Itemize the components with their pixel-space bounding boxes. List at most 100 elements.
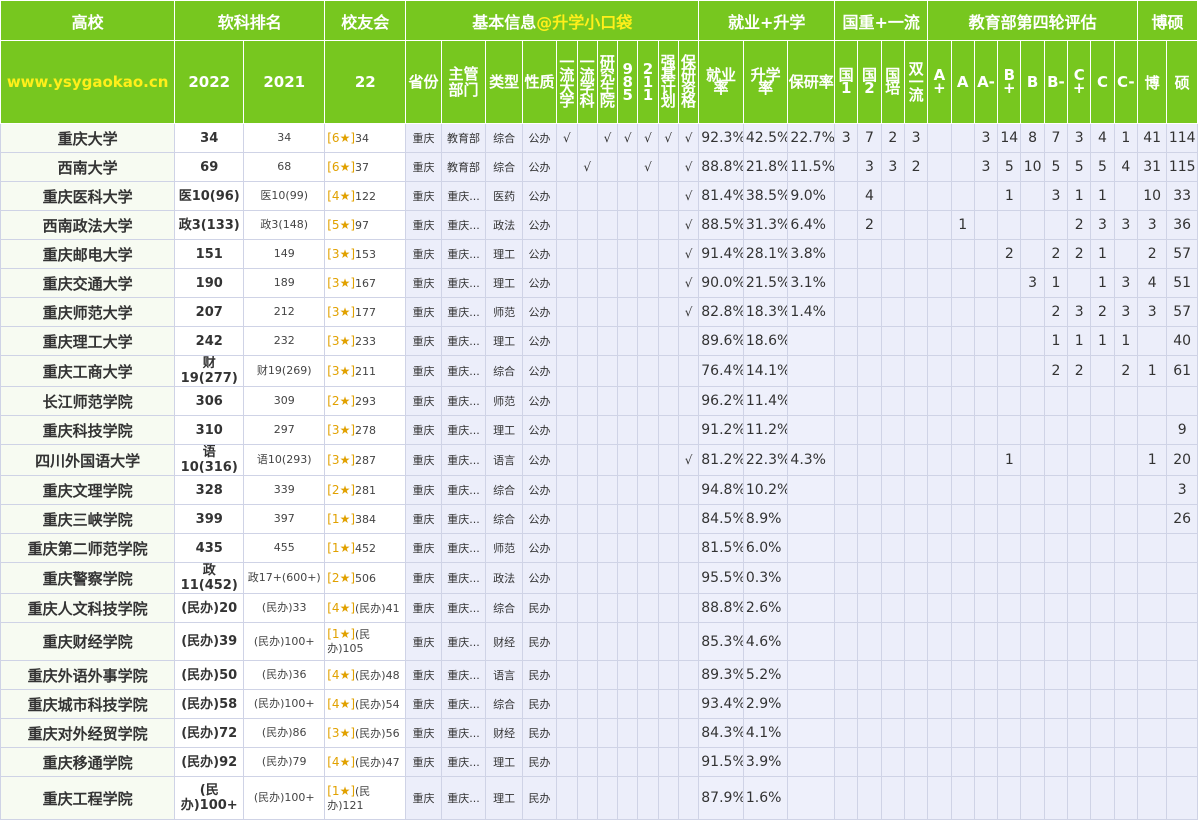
cell-ev-3 xyxy=(973,660,999,690)
cell-province: 重庆 xyxy=(405,444,442,476)
cell-nat-3: 2 xyxy=(880,123,905,153)
cell-flag-3 xyxy=(596,475,619,505)
cell-rank-2022: (民办)100+ xyxy=(174,776,245,820)
cell-school-name[interactable]: 四川外国语大学 xyxy=(0,444,176,476)
cell-flag-5 xyxy=(637,181,659,211)
cell-nat-2 xyxy=(857,415,882,445)
alumni-stars: [4★] xyxy=(327,754,356,769)
cell-ev-7: 3 xyxy=(1067,123,1092,153)
cell-ev-4 xyxy=(997,297,1022,327)
cell-ev-8 xyxy=(1090,593,1115,623)
cell-flag-6 xyxy=(657,181,679,211)
cell-doc-count: 41 xyxy=(1136,123,1168,153)
cell-emp-rate: 95.5% xyxy=(698,562,744,594)
cell-school-name[interactable]: 重庆第二师范学院 xyxy=(0,533,176,563)
cell-nat-2 xyxy=(857,326,882,356)
cell-nat-4 xyxy=(903,326,929,356)
cell-emp-rate: 84.5% xyxy=(698,504,744,534)
cell-school-name[interactable]: 重庆理工大学 xyxy=(0,326,176,356)
cell-flag-1 xyxy=(556,326,578,356)
cell-bao-rate xyxy=(787,475,836,505)
cell-ev-7 xyxy=(1067,475,1092,505)
cell-nat-4 xyxy=(903,689,929,719)
cell-school-name[interactable]: 重庆警察学院 xyxy=(0,562,176,594)
cell-rank-2021: 语10(293) xyxy=(243,444,326,476)
cell-school-name[interactable]: 重庆医科大学 xyxy=(0,181,176,211)
cell-school-name[interactable]: 重庆科技学院 xyxy=(0,415,176,445)
cell-nat-2 xyxy=(857,239,882,269)
header-rank-2021: 2021 xyxy=(243,40,326,124)
cell-school-name[interactable]: 重庆三峡学院 xyxy=(0,504,176,534)
cell-ev-5 xyxy=(1020,622,1045,661)
cell-ev-4 xyxy=(997,326,1022,356)
cell-school-name[interactable]: 西南政法大学 xyxy=(0,210,176,240)
cell-ev-3 xyxy=(973,593,999,623)
cell-school-name[interactable]: 重庆财经学院 xyxy=(0,622,176,661)
cell-rank-2021: 297 xyxy=(243,415,326,445)
cell-nat-3 xyxy=(880,415,905,445)
cell-school-name[interactable]: 重庆城市科技学院 xyxy=(0,689,176,719)
cell-ev-9 xyxy=(1113,181,1139,211)
cell-school-name[interactable]: 重庆师范大学 xyxy=(0,297,176,327)
cell-rank-2022: 医10(96) xyxy=(174,181,245,211)
cell-school-name[interactable]: 重庆人文科技学院 xyxy=(0,593,176,623)
cell-nat-1 xyxy=(834,562,859,594)
cell-flag-6 xyxy=(657,415,679,445)
cell-adv-rate: 8.9% xyxy=(742,504,789,534)
cell-province: 重庆 xyxy=(405,152,442,182)
cell-dept: 重庆... xyxy=(440,689,487,719)
cell-school-name[interactable]: 重庆邮电大学 xyxy=(0,239,176,269)
cell-flag-5 xyxy=(637,689,659,719)
cell-province: 重庆 xyxy=(405,747,442,777)
cell-nat-3 xyxy=(880,326,905,356)
cell-alumni-rank: [3★]287 xyxy=(324,444,407,476)
cell-ev-1 xyxy=(927,152,952,182)
cell-school-name[interactable]: 重庆大学 xyxy=(0,123,176,153)
cell-type: 理工 xyxy=(485,776,523,820)
alumni-stars: [2★] xyxy=(327,393,356,408)
cell-flag-4 xyxy=(617,386,639,416)
cell-school-name[interactable]: 重庆工程学院 xyxy=(0,776,176,820)
cell-master-count: 26 xyxy=(1166,504,1198,534)
cell-alumni-rank: [3★]233 xyxy=(324,326,407,356)
cell-flag-3 xyxy=(596,355,619,387)
cell-school-name[interactable]: 长江师范学院 xyxy=(0,386,176,416)
cell-ev-9: 2 xyxy=(1113,355,1139,387)
header-nat-4: 双一流 xyxy=(903,40,929,124)
cell-flag-7 xyxy=(677,622,700,661)
cell-type: 理工 xyxy=(485,747,523,777)
cell-flag-7 xyxy=(677,776,700,820)
cell-nat-2 xyxy=(857,444,882,476)
header-province: 省份 xyxy=(405,40,442,124)
site-url-link[interactable]: www.ysygaokao.cn xyxy=(0,40,176,124)
cell-school-name[interactable]: 重庆对外经贸学院 xyxy=(0,718,176,748)
cell-flag-3 xyxy=(596,297,619,327)
cell-master-count: 3 xyxy=(1166,475,1198,505)
cell-ev-9 xyxy=(1113,660,1139,690)
cell-dept: 重庆... xyxy=(440,268,487,298)
cell-flag-7 xyxy=(677,386,700,416)
cell-ev-2 xyxy=(950,533,975,563)
cell-school-name[interactable]: 重庆工商大学 xyxy=(0,355,176,387)
table-row: 重庆工程学院 (民办)100+ (民办)100+ [1★](民办)121 重庆 重庆...… xyxy=(0,776,1198,820)
cell-type: 政法 xyxy=(485,210,523,240)
cell-doc-count: 31 xyxy=(1136,152,1168,182)
table-row: 重庆人文科技学院 (民办)20 (民办)33 [4★](民办)41 重庆 重庆... 综合民… xyxy=(0,593,1198,623)
cell-flag-4 xyxy=(617,355,639,387)
cell-rank-2022: (民办)92 xyxy=(174,747,245,777)
cell-flag-2 xyxy=(576,297,598,327)
cell-school-name[interactable]: 重庆移通学院 xyxy=(0,747,176,777)
cell-ev-4: 2 xyxy=(997,239,1022,269)
cell-type: 师范 xyxy=(485,297,523,327)
cell-province: 重庆 xyxy=(405,297,442,327)
cell-school-name[interactable]: 西南大学 xyxy=(0,152,176,182)
cell-school-name[interactable]: 重庆文理学院 xyxy=(0,475,176,505)
cell-flag-6 xyxy=(657,386,679,416)
cell-ev-2 xyxy=(950,718,975,748)
cell-flag-7 xyxy=(677,355,700,387)
cell-ev-8: 3 xyxy=(1090,210,1115,240)
cell-alumni-rank: [3★]167 xyxy=(324,268,407,298)
cell-school-name[interactable]: 重庆外语外事学院 xyxy=(0,660,176,690)
cell-school-name[interactable]: 重庆交通大学 xyxy=(0,268,176,298)
cell-ev-6 xyxy=(1043,593,1069,623)
